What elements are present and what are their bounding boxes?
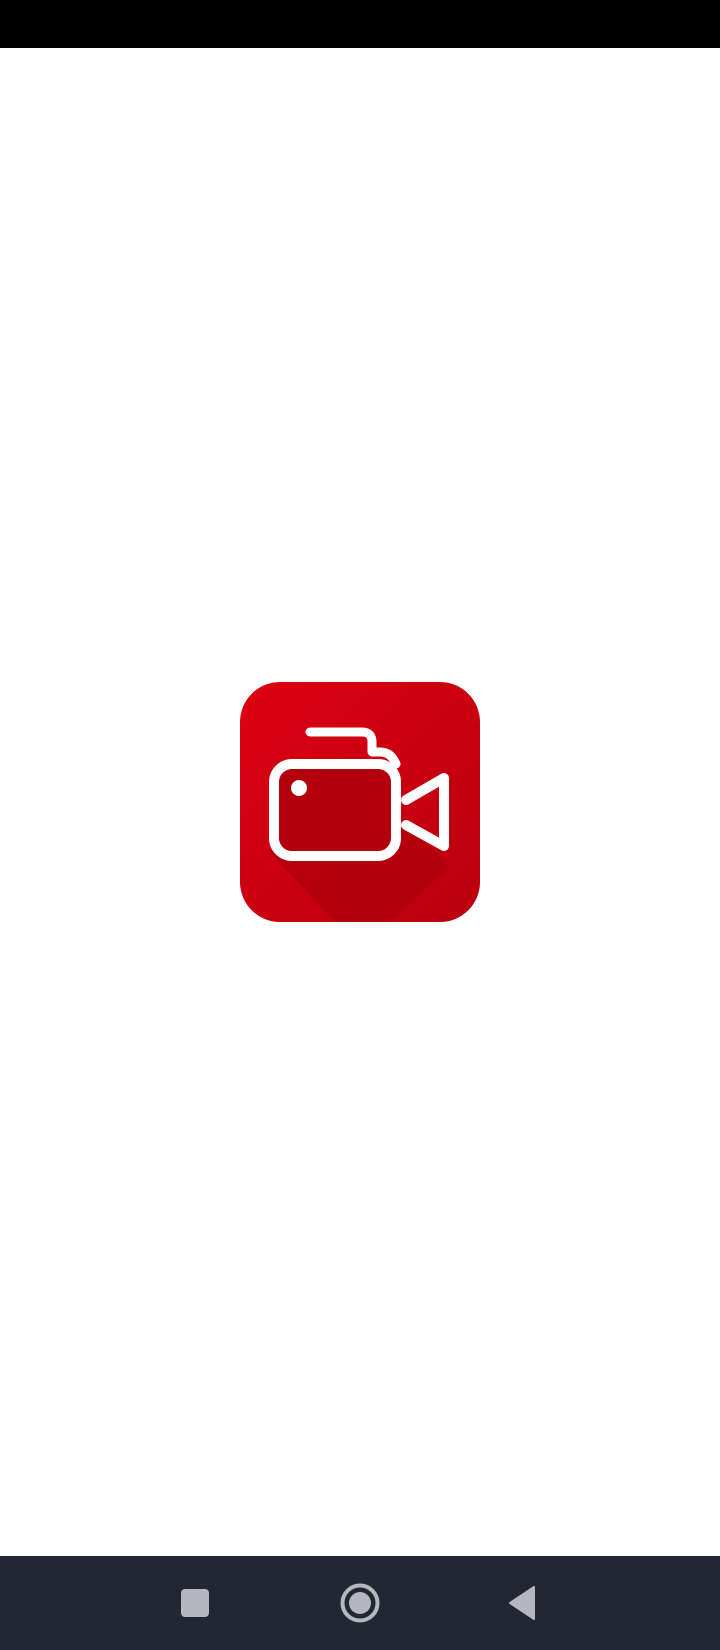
back-button[interactable] <box>490 1571 554 1635</box>
square-icon <box>181 1589 209 1617</box>
home-button[interactable] <box>328 1571 392 1635</box>
triangle-back-icon <box>509 1586 535 1620</box>
circle-icon <box>340 1583 380 1623</box>
app-logo <box>240 682 480 922</box>
status-bar <box>0 0 720 48</box>
splash-screen <box>0 0 720 1650</box>
video-camera-icon <box>240 682 480 922</box>
navigation-bar <box>0 1556 720 1650</box>
recents-button[interactable] <box>163 1571 227 1635</box>
